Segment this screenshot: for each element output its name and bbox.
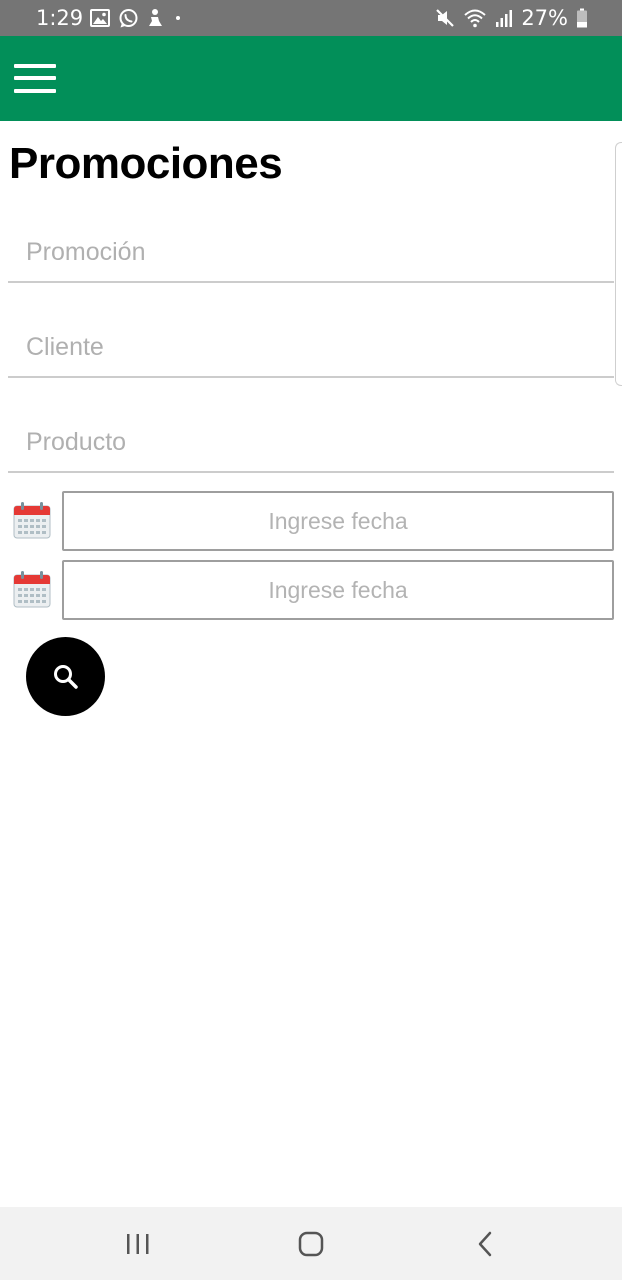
whatsapp-icon (118, 8, 139, 29)
image-icon (90, 8, 110, 28)
dot-icon (173, 8, 183, 28)
battery-percentage: 27% (521, 6, 568, 30)
mute-icon (435, 8, 455, 28)
status-bar: 1:29 27% (0, 0, 622, 36)
back-icon[interactable] (469, 1227, 503, 1261)
navigation-bar (0, 1207, 622, 1280)
calendar-icon[interactable] (12, 569, 52, 609)
status-right-icons: 27% (435, 5, 588, 31)
hamburger-menu-icon[interactable] (14, 63, 56, 95)
search-button[interactable] (26, 637, 105, 716)
page-title: Promociones (9, 139, 283, 188)
promocion-input[interactable] (8, 223, 614, 283)
date-to-input[interactable] (62, 560, 614, 620)
menu-line (14, 89, 56, 93)
date-from-input[interactable] (62, 491, 614, 551)
status-time: 1:29 (36, 6, 84, 30)
wifi-icon (463, 7, 487, 29)
scroll-indicator (615, 142, 622, 386)
cliente-input[interactable] (8, 318, 614, 378)
menu-line (14, 64, 56, 68)
recent-apps-icon[interactable] (121, 1227, 155, 1261)
menu-line (14, 76, 56, 80)
app-bar (0, 36, 622, 121)
search-icon (51, 662, 81, 692)
status-left-icons (90, 6, 183, 30)
battery-icon (576, 8, 588, 28)
signal-icon (495, 8, 513, 28)
home-icon[interactable] (294, 1227, 328, 1261)
calendar-icon[interactable] (12, 500, 52, 540)
date-to-row (10, 560, 614, 620)
date-from-row (10, 491, 614, 551)
producto-input[interactable] (8, 413, 614, 473)
person-icon (147, 8, 165, 28)
